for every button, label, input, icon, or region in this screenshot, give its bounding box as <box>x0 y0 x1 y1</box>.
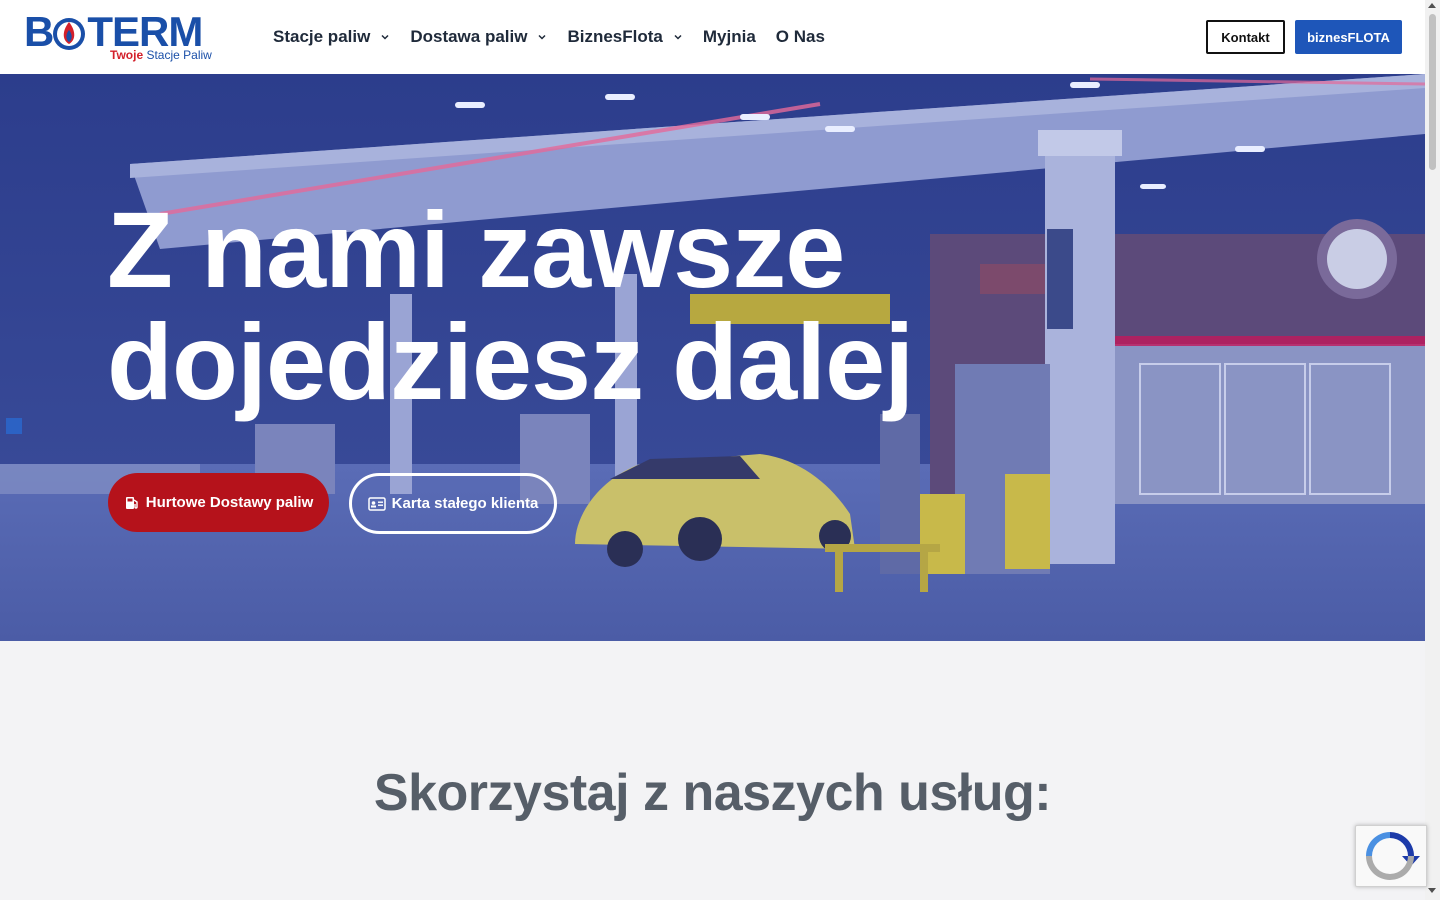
chevron-down-icon <box>538 34 546 40</box>
hero-title-line1: Z nami zawsze <box>107 189 845 310</box>
recaptcha-icon <box>1366 832 1420 880</box>
biznesflota-button[interactable]: biznesFLOTA <box>1295 20 1402 54</box>
nav-item-o-nas[interactable]: O Nas <box>776 27 825 47</box>
wholesale-fuel-button[interactable]: Hurtowe Dostawy paliw <box>108 473 329 532</box>
tagline-strong: Twoje <box>110 48 144 62</box>
scroll-up-arrow-icon[interactable] <box>1428 3 1436 8</box>
hero-section: Z nami zawsze dojedziesz dalej Hurtowe D… <box>0 74 1425 641</box>
fuel-pump-icon <box>125 496 138 509</box>
tagline-rest: Stacje Paliw <box>143 48 212 62</box>
logo-tagline: Twoje Stacje Paliw <box>110 48 212 62</box>
chevron-down-icon <box>674 34 682 40</box>
scrollbar-thumb[interactable] <box>1429 14 1436 170</box>
nav-item-dostawa-paliw[interactable]: Dostawa paliw <box>410 27 547 47</box>
nav-label: BiznesFlota <box>567 27 663 46</box>
site-header: B TERM Twoje Stacje Paliw Stacje paliw Do… <box>0 0 1425 74</box>
nav-label: O Nas <box>775 27 825 46</box>
nav-label: Stacje paliw <box>273 27 371 46</box>
wholesale-fuel-label: Hurtowe Dostawy paliw <box>145 494 314 511</box>
services-section: Skorzystaj z naszych usług: <box>0 641 1425 900</box>
nav-item-stacje-paliw[interactable]: Stacje paliw <box>273 27 390 47</box>
nav-item-biznesflota[interactable]: BiznesFlota <box>567 27 682 47</box>
chevron-down-icon <box>381 34 389 40</box>
nav-label: Myjnia <box>702 27 756 46</box>
loyalty-card-button[interactable]: Karta stałego klienta <box>349 473 557 534</box>
recaptcha-badge[interactable] <box>1355 825 1427 887</box>
page-scrollbar[interactable] <box>1425 0 1440 900</box>
logo-letter-b: B <box>24 8 54 55</box>
boterm-logo[interactable]: B TERM Twoje Stacje Paliw <box>24 10 216 64</box>
id-card-icon <box>367 496 386 511</box>
main-nav: Stacje paliw Dostawa paliw BiznesFlota M… <box>273 0 845 74</box>
hero-title-line2: dojedziesz dalej <box>107 301 914 422</box>
loyalty-card-label: Karta stałego klienta <box>391 495 539 512</box>
nav-label: Dostawa paliw <box>410 27 528 46</box>
services-title: Skorzystaj z naszych usług: <box>373 764 1052 822</box>
kontakt-button[interactable]: Kontakt <box>1206 20 1285 54</box>
scroll-down-arrow-icon[interactable] <box>1428 888 1436 893</box>
nav-item-myjnia[interactable]: Myjnia <box>703 27 756 47</box>
flame-drop-icon <box>53 18 85 50</box>
hero-title: Z nami zawsze dojedziesz dalej <box>107 189 914 422</box>
